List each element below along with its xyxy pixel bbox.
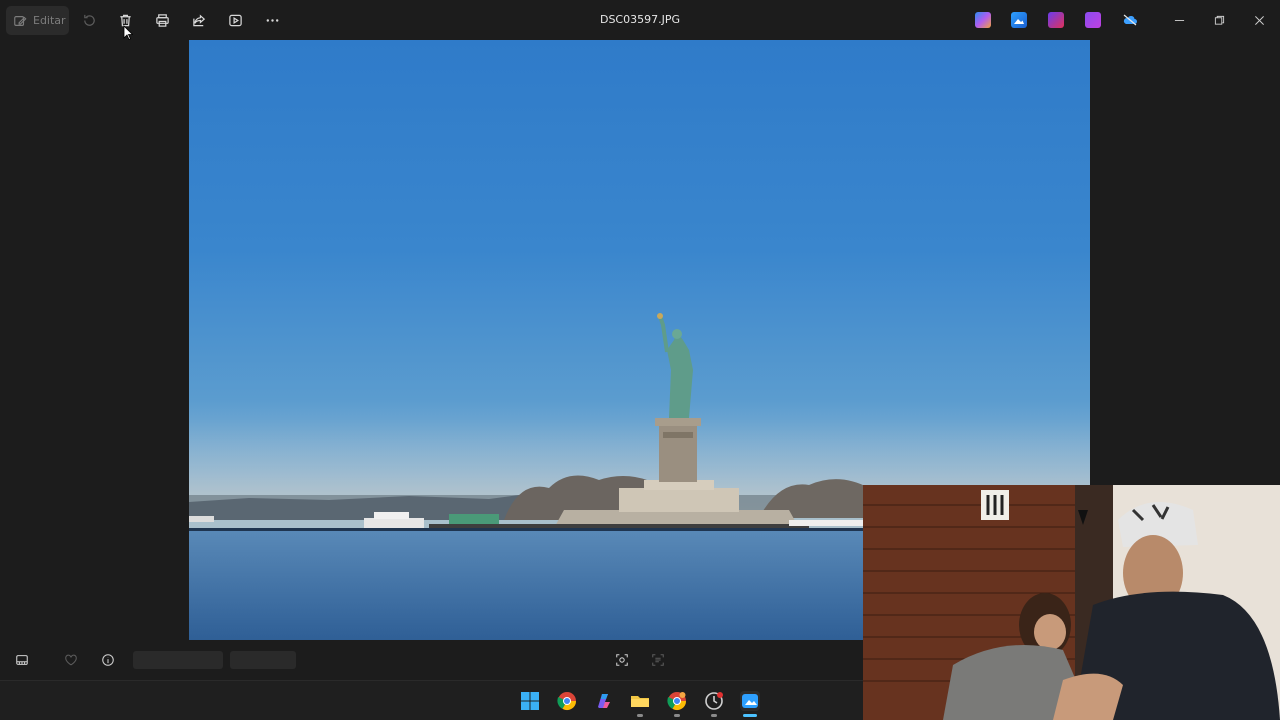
- bottom-toolbar: [0, 640, 863, 680]
- clipchamp-icon[interactable]: [1048, 12, 1064, 28]
- edit-button-label: Editar: [33, 14, 66, 27]
- chrome-icon: [557, 692, 576, 711]
- active-app-indicator: [743, 714, 757, 717]
- close-button[interactable]: [1249, 10, 1269, 30]
- share-button[interactable]: [190, 11, 208, 29]
- webcam-overlay: [863, 485, 1280, 720]
- filmstrip-icon: [16, 655, 28, 665]
- chrome-taskbar-button[interactable]: [557, 691, 577, 711]
- copilot-icon: [598, 694, 610, 708]
- windows-start-icon: [521, 692, 539, 710]
- running-indicator: [674, 714, 680, 717]
- top-toolbar: Editar DSC03597.JPG: [0, 0, 1280, 40]
- mouse-cursor-icon: [123, 25, 133, 40]
- windows-taskbar: [0, 680, 863, 720]
- rotate-button[interactable]: [80, 11, 98, 29]
- favorite-button[interactable]: [63, 652, 79, 668]
- more-options-button[interactable]: [263, 11, 281, 29]
- print-icon: [155, 13, 169, 27]
- onedrive-icon[interactable]: [1121, 12, 1137, 28]
- minimize-icon: [1174, 19, 1184, 21]
- share-icon: [192, 13, 205, 26]
- windows-start-button[interactable]: [520, 691, 540, 711]
- edit-button[interactable]: Editar: [6, 6, 69, 35]
- info-button[interactable]: [100, 652, 116, 668]
- photos-app-window: Editar DSC03597.JPG: [0, 0, 1280, 720]
- photo-mountain-glyph-icon: [1014, 19, 1024, 24]
- photos-taskbar-button[interactable]: [740, 691, 760, 711]
- copilot-icon[interactable]: [975, 12, 991, 28]
- clock-app-taskbar-button[interactable]: [704, 691, 724, 711]
- chrome-profile-icon: [667, 692, 686, 711]
- clock-app-icon: [705, 692, 723, 710]
- photos-icon: [742, 694, 758, 708]
- file-name-title: DSC03597.JPG: [599, 13, 681, 26]
- visual-search-icon: [616, 654, 628, 666]
- rotate-icon: [83, 14, 95, 26]
- running-indicator: [711, 714, 717, 717]
- loading-placeholder-pill: [133, 651, 223, 669]
- photos-app-icon[interactable]: [1011, 12, 1027, 28]
- visual-search-button[interactable]: [614, 652, 630, 668]
- restore-button[interactable]: [1209, 10, 1229, 30]
- copilot-taskbar-button[interactable]: [594, 691, 614, 711]
- filmstrip-button[interactable]: [14, 652, 30, 668]
- minimize-button[interactable]: [1169, 10, 1189, 30]
- favorite-icon: [65, 654, 77, 666]
- slideshow-button[interactable]: [226, 11, 244, 29]
- info-icon: [102, 654, 114, 666]
- designer-icon[interactable]: [1085, 12, 1101, 28]
- file-explorer-taskbar-button[interactable]: [630, 691, 650, 711]
- chrome-profile-taskbar-button[interactable]: [667, 691, 687, 711]
- running-indicator: [637, 714, 643, 717]
- text-scan-button[interactable]: [650, 652, 666, 668]
- file-explorer-icon: [631, 696, 649, 707]
- restore-icon: [1214, 15, 1224, 25]
- print-button[interactable]: [153, 11, 171, 29]
- slideshow-icon: [228, 14, 242, 26]
- webcam-feed-image: [863, 485, 1280, 720]
- close-icon: [1254, 15, 1264, 25]
- text-scan-icon: [652, 654, 664, 666]
- loading-placeholder-pill: [230, 651, 296, 669]
- more-icon: [266, 18, 278, 22]
- edit-icon: [14, 15, 27, 26]
